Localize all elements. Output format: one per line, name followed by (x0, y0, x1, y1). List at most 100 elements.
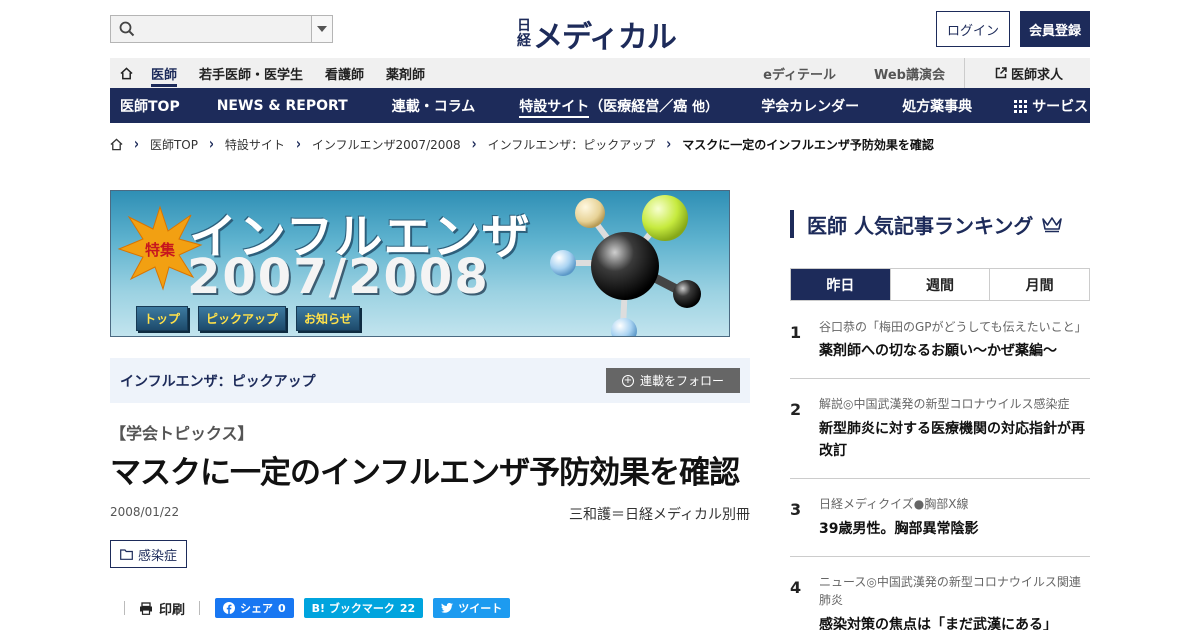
plus-circle-icon: + (621, 374, 634, 387)
breadcrumb-item[interactable]: 特設サイト (225, 136, 285, 153)
nav-special-site[interactable]: 特設サイト（医療経営／癌 他） (519, 96, 719, 118)
nav-drug-dictionary[interactable]: 処方薬事典 (902, 96, 972, 116)
article-headline: マスクに一定のインフルエンザ予防効果を確認 (110, 455, 740, 491)
search-input[interactable] (111, 16, 311, 42)
ranking-title-link[interactable]: 感染対策の焦点は「まだ武漢にある」 (819, 614, 1090, 630)
nav-special-more: 他） (692, 99, 719, 115)
subnav-right: eディテール Web講演会 医師求人 (744, 58, 1090, 88)
breadcrumb-chevron-icon: › (134, 134, 139, 154)
twitter-tweet-label: ツイート (458, 602, 503, 615)
printer-icon (140, 601, 152, 615)
ranking-tabs: 昨日 週間 月間 (790, 268, 1090, 301)
breadcrumb-chevron-icon: › (666, 134, 672, 154)
external-link-icon (995, 67, 1007, 79)
nav-doctor-top[interactable]: 医師TOP (120, 96, 180, 116)
nav-series-column[interactable]: 連載・コラム (392, 96, 476, 116)
nav-special-label: 特設サイト (519, 98, 590, 118)
search-box (110, 15, 333, 43)
search-input-wrap (111, 16, 311, 42)
molecule-illustration (550, 195, 701, 336)
ranking-title-link[interactable]: 39歳男性。胸部異常陰影 (819, 518, 1090, 540)
search-icon[interactable] (119, 21, 135, 37)
facebook-share-button[interactable]: シェア 0 (215, 598, 294, 618)
audience-nav: 医師 若手医師・医学生 看護師 薬剤師 eディテール Web講演会 医師求人 (110, 58, 1090, 88)
nav-services[interactable]: サービス (1014, 96, 1088, 116)
main-nav: 医師TOP NEWS & REPORT 連載・コラム 特設サイト（医療経営／癌 … (110, 88, 1090, 123)
site-logo[interactable]: 日 経 メディカル (517, 12, 677, 56)
print-button[interactable]: 印刷 (125, 599, 199, 618)
audience-tab-pharmacist[interactable]: 薬剤師 (375, 64, 436, 83)
banner-pickup-button[interactable]: ピックアップ (198, 306, 287, 331)
breadcrumb-chevron-icon: › (295, 134, 301, 154)
ranking-tab-weekly[interactable]: 週間 (889, 269, 990, 300)
article-author: 三和護＝日経メディカル別冊 (568, 507, 750, 523)
ranking-title: 医師 人気記事ランキング (807, 213, 1034, 238)
job-link[interactable]: 医師求人 (963, 58, 1090, 88)
ranking-heading: 医師 人気記事ランキング (790, 210, 1063, 238)
follow-series-button[interactable]: + 連載をフォロー (606, 368, 740, 393)
banner-badge-text: 特集 (145, 241, 176, 259)
article-tag[interactable]: 感染症 (110, 540, 188, 568)
article-tag-label: 感染症 (138, 548, 178, 564)
breadcrumb-chevron-icon: › (471, 134, 477, 154)
ranking-item[interactable]: 2 解説◎中国武漢発の新型コロナウイルス感染症 新型肺炎に対する医療機関の対応指… (790, 379, 1090, 479)
ranking-number: 3 (790, 500, 802, 519)
grid-menu-icon (1014, 100, 1028, 113)
feature-banner[interactable]: 特集 インフルエンザ 2007/2008 トップ ピックアップ お知らせ (110, 190, 730, 337)
ranking-tab-yesterday[interactable]: 昨日 (791, 269, 890, 300)
ranking-category: 谷口恭の「梅田のGPがどうしても伝えたいこと」 (819, 320, 1087, 334)
nav-news-report[interactable]: NEWS & REPORT (217, 98, 348, 114)
breadcrumb-item[interactable]: 医師TOP (150, 136, 198, 153)
share-bar: 印刷 シェア 0 B! ブックマーク 22 ツイート (110, 598, 511, 618)
breadcrumb-item[interactable]: インフルエンザ2007/2008 (312, 136, 461, 153)
register-button[interactable]: 会員登録 (1020, 11, 1090, 47)
breadcrumb-item[interactable]: インフルエンザ：ピックアップ (488, 136, 656, 153)
audience-tab-doctor[interactable]: 医師 (151, 64, 178, 87)
banner-news-button[interactable]: お知らせ (296, 306, 360, 331)
logo-main-text: メディカル (533, 20, 677, 55)
hatena-bookmark-count: 22 (399, 601, 416, 615)
audience-tab-nurse[interactable]: 看護師 (314, 64, 375, 83)
home-icon[interactable] (110, 138, 123, 151)
ranking-title-link[interactable]: 新型肺炎に対する医療機関の対応指針が再改訂 (819, 418, 1090, 462)
banner-title-line2: 2007/2008 (187, 249, 490, 305)
home-icon[interactable] (112, 66, 140, 80)
ranking-title-link[interactable]: 薬剤師への切なるお願い～かぜ薬編～ (819, 340, 1090, 362)
nav-conference-calendar[interactable]: 学会カレンダー (761, 96, 859, 116)
breadcrumb-current: マスクに一定のインフルエンザ予防効果を確認 (682, 137, 934, 152)
logo-small-bottom: 経 (517, 33, 531, 49)
logo-small-top: 日 (517, 18, 531, 34)
ranking-number: 2 (790, 400, 802, 419)
twitter-tweet-button[interactable]: ツイート (433, 598, 511, 618)
search-dropdown-button[interactable] (311, 16, 332, 42)
facebook-icon (223, 602, 236, 614)
ranking-category: 日経メディクイズ●胸部X線 (819, 497, 969, 511)
breadcrumb-chevron-icon: › (208, 134, 214, 154)
logo-small-text: 日 経 (517, 19, 531, 49)
nav-special-sub: （医療経営／癌 (589, 98, 688, 115)
crown-icon (1042, 217, 1063, 233)
login-button[interactable]: ログイン (936, 11, 1010, 47)
follow-series-label: 連載をフォロー (639, 374, 724, 388)
edetail-link[interactable]: eディテール (744, 64, 855, 83)
ranking-item[interactable]: 1 谷口恭の「梅田のGPがどうしても伝えたいこと」 薬剤師への切なるお願い～かぜ… (790, 310, 1090, 379)
article-date: 2008/01/22 (110, 505, 180, 519)
nav-services-label: サービス (1032, 98, 1089, 115)
hatena-bookmark-button[interactable]: B! ブックマーク 22 (303, 598, 424, 618)
job-link-label: 医師求人 (1010, 67, 1063, 83)
divider (199, 601, 201, 615)
ranking-tab-monthly[interactable]: 月間 (989, 269, 1089, 300)
audience-tab-resident[interactable]: 若手医師・医学生 (188, 64, 314, 83)
ranking-number: 4 (790, 578, 802, 597)
ranking-item[interactable]: 4 ニュース◎中国武漢発の新型コロナウイルス関連肺炎 感染対策の焦点は「まだ武漢… (790, 557, 1090, 630)
ranking-category: 解説◎中国武漢発の新型コロナウイルス感染症 (819, 397, 1070, 411)
banner-buttons: トップ ピックアップ お知らせ (136, 306, 360, 331)
series-name[interactable]: インフルエンザ：ピックアップ (120, 371, 316, 391)
folder-icon (120, 548, 133, 560)
hatena-bookmark-label: B! ブックマーク (311, 602, 395, 615)
banner-top-button[interactable]: トップ (136, 306, 189, 331)
chevron-down-icon (317, 26, 327, 32)
web-lecture-link[interactable]: Web講演会 (855, 64, 964, 83)
facebook-share-count: 0 (278, 601, 286, 615)
ranking-item[interactable]: 3 日経メディクイズ●胸部X線 39歳男性。胸部異常陰影 (790, 479, 1090, 557)
